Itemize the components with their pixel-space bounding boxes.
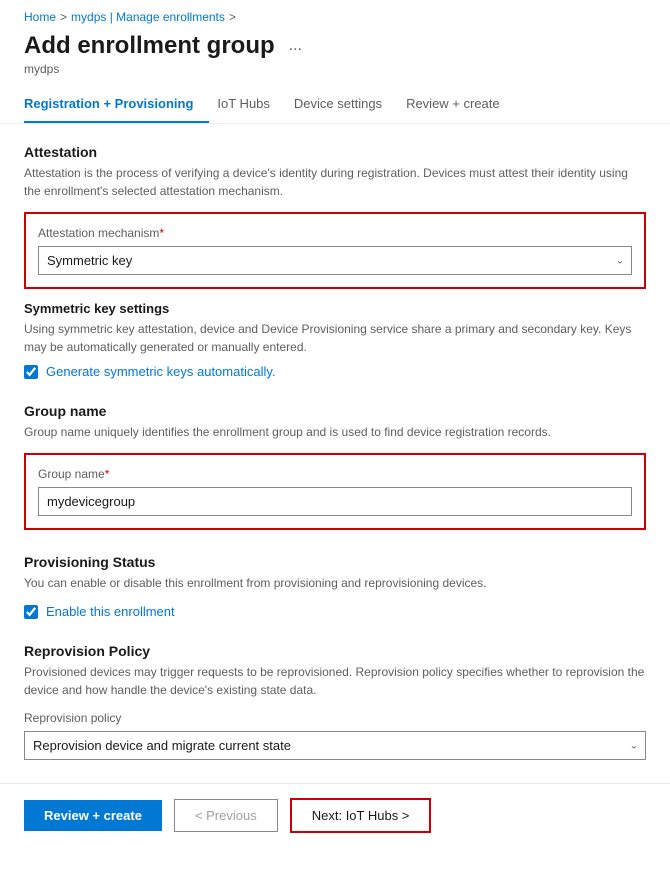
reprovision-title: Reprovision Policy bbox=[24, 643, 646, 659]
tab-iothubs[interactable]: IoT Hubs bbox=[217, 86, 286, 123]
provisioning-status-description: You can enable or disable this enrollmen… bbox=[24, 574, 646, 592]
attestation-title: Attestation bbox=[24, 144, 646, 160]
previous-button[interactable]: < Previous bbox=[174, 799, 278, 832]
tab-reviewcreate[interactable]: Review + create bbox=[406, 86, 516, 123]
tabs-container: Registration + Provisioning IoT Hubs Dev… bbox=[0, 86, 670, 124]
symmetric-key-subsection: Symmetric key settings Using symmetric k… bbox=[24, 301, 646, 379]
page-subtitle: mydps bbox=[24, 62, 646, 76]
groupname-input[interactable] bbox=[38, 487, 632, 516]
generate-keys-row: Generate symmetric keys automatically. bbox=[24, 364, 646, 379]
main-content: Attestation Attestation is the process o… bbox=[0, 124, 670, 804]
enable-enrollment-row: Enable this enrollment bbox=[24, 604, 646, 619]
groupname-title: Group name bbox=[24, 403, 646, 419]
enable-enrollment-checkbox[interactable] bbox=[24, 605, 38, 619]
reprovision-policy-wrapper: Reprovision device and migrate current s… bbox=[24, 731, 646, 760]
reprovision-description: Provisioned devices may trigger requests… bbox=[24, 663, 646, 699]
attestation-mechanism-wrapper: Symmetric key X.509 certificates TPM ⌄ bbox=[38, 246, 632, 275]
attestation-description: Attestation is the process of verifying … bbox=[24, 164, 646, 200]
ellipsis-button[interactable]: ... bbox=[283, 35, 308, 57]
symmetric-key-description: Using symmetric key attestation, device … bbox=[24, 320, 646, 356]
reprovision-policy-label: Reprovision policy bbox=[24, 711, 646, 725]
provisioning-status-section: Provisioning Status You can enable or di… bbox=[24, 554, 646, 619]
generate-keys-label[interactable]: Generate symmetric keys automatically. bbox=[46, 364, 276, 379]
attestation-mechanism-group: Attestation mechanism* Symmetric key X.5… bbox=[24, 212, 646, 289]
next-iothubs-button[interactable]: Next: IoT Hubs > bbox=[290, 798, 432, 833]
tab-devicesettings[interactable]: Device settings bbox=[294, 86, 398, 123]
groupname-field-label: Group name* bbox=[38, 467, 632, 481]
groupname-section: Group name Group name uniquely identifie… bbox=[24, 403, 646, 530]
reprovision-section: Reprovision Policy Provisioned devices m… bbox=[24, 643, 646, 760]
attestation-section: Attestation Attestation is the process o… bbox=[24, 144, 646, 379]
page-title: Add enrollment group bbox=[24, 32, 275, 60]
breadcrumb-mydps[interactable]: mydps | Manage enrollments bbox=[71, 10, 225, 24]
groupname-field-group: Group name* bbox=[24, 453, 646, 530]
provisioning-status-title: Provisioning Status bbox=[24, 554, 646, 570]
enable-enrollment-label[interactable]: Enable this enrollment bbox=[46, 604, 175, 619]
page-header: Add enrollment group ... mydps bbox=[0, 28, 670, 86]
attestation-mechanism-label: Attestation mechanism* bbox=[38, 226, 632, 240]
attestation-mechanism-select[interactable]: Symmetric key X.509 certificates TPM bbox=[38, 246, 632, 275]
breadcrumb: Home > mydps | Manage enrollments > bbox=[0, 0, 670, 28]
generate-keys-checkbox[interactable] bbox=[24, 365, 38, 379]
groupname-description: Group name uniquely identifies the enrol… bbox=[24, 423, 646, 441]
footer: Review + create < Previous Next: IoT Hub… bbox=[0, 783, 670, 847]
breadcrumb-home[interactable]: Home bbox=[24, 10, 56, 24]
review-create-button[interactable]: Review + create bbox=[24, 800, 162, 831]
symmetric-key-title: Symmetric key settings bbox=[24, 301, 646, 316]
tab-registration[interactable]: Registration + Provisioning bbox=[24, 86, 209, 123]
reprovision-policy-select[interactable]: Reprovision device and migrate current s… bbox=[24, 731, 646, 760]
